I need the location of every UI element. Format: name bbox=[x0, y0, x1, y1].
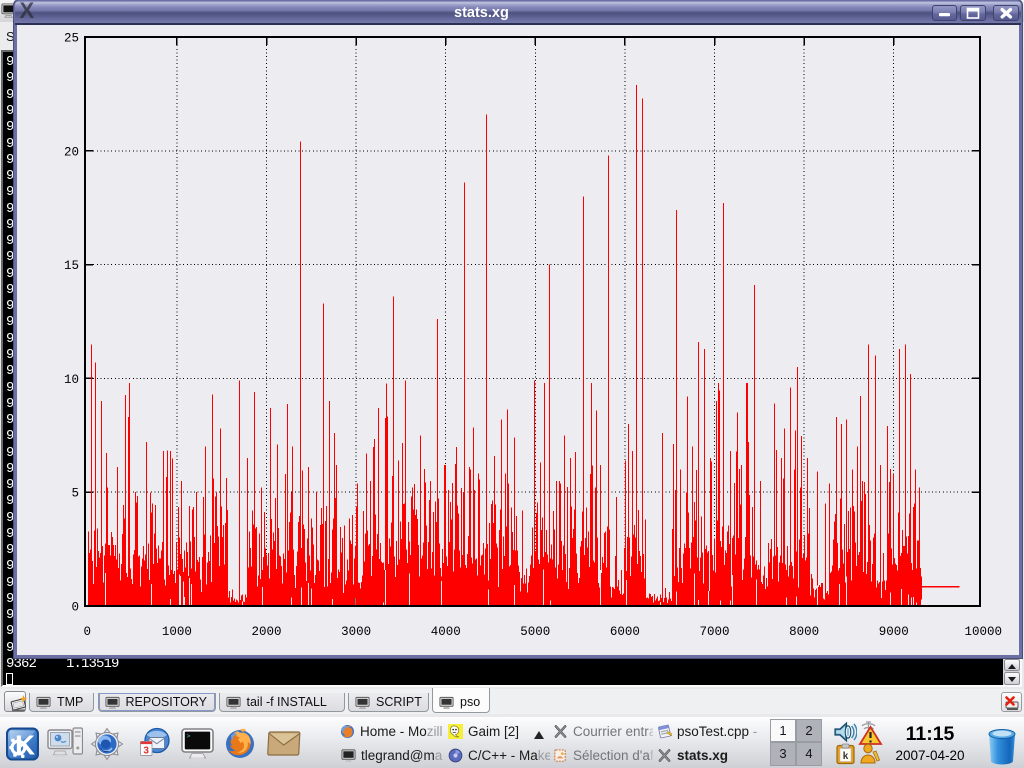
svg-text:5000: 5000 bbox=[520, 625, 550, 639]
svg-text:25: 25 bbox=[64, 32, 79, 46]
svg-text:10000: 10000 bbox=[965, 625, 1003, 639]
svg-text:6000: 6000 bbox=[610, 625, 640, 639]
svg-text:k: k bbox=[843, 751, 849, 762]
svg-text:7000: 7000 bbox=[699, 625, 729, 639]
svg-text:15: 15 bbox=[64, 259, 79, 273]
svg-text:2000: 2000 bbox=[251, 625, 281, 639]
svg-text:20: 20 bbox=[64, 145, 79, 159]
svg-text:K: K bbox=[15, 729, 35, 760]
svg-text:3000: 3000 bbox=[341, 625, 371, 639]
svg-text:3: 3 bbox=[143, 746, 149, 757]
svg-text:5: 5 bbox=[71, 487, 79, 501]
svg-text:0: 0 bbox=[84, 625, 92, 639]
svg-text:9000: 9000 bbox=[879, 625, 909, 639]
svg-text:1000: 1000 bbox=[162, 625, 192, 639]
svg-text:10: 10 bbox=[64, 373, 79, 387]
svg-text:4000: 4000 bbox=[431, 625, 461, 639]
svg-text:8000: 8000 bbox=[789, 625, 819, 639]
svg-text:>: > bbox=[187, 733, 191, 740]
svg-text:0: 0 bbox=[71, 601, 79, 615]
